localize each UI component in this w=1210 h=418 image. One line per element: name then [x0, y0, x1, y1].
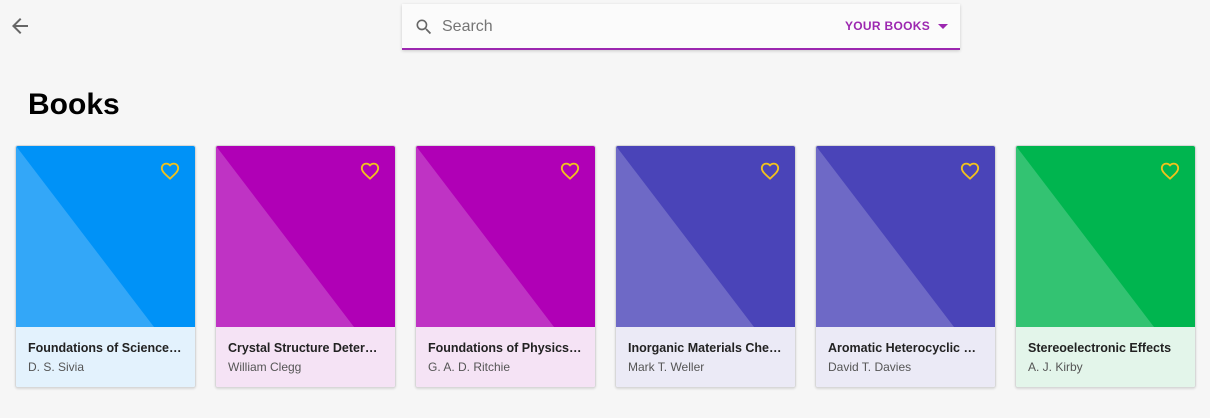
- book-title: Crystal Structure Determination: [228, 341, 383, 355]
- book-info: Crystal Structure Determination William …: [216, 327, 395, 387]
- book-title: Foundations of Science Mathematics: [28, 341, 183, 355]
- book-author: D. S. Sivia: [28, 360, 85, 374]
- book-title: Aromatic Heterocyclic Chemistry: [828, 341, 983, 355]
- search-icon: [416, 19, 432, 35]
- back-button[interactable]: [8, 14, 32, 38]
- book-card[interactable]: Crystal Structure Determination William …: [215, 145, 396, 388]
- search-input[interactable]: [442, 14, 842, 40]
- book-author: David T. Davies: [828, 360, 912, 374]
- book-card[interactable]: Stereoelectronic Effects A. J. Kirby: [1015, 145, 1196, 388]
- book-cover: [816, 146, 995, 327]
- book-cover: [616, 146, 795, 327]
- book-card[interactable]: Foundations of Science Mathematics D. S.…: [15, 145, 196, 388]
- book-card[interactable]: Inorganic Materials Chemistry Mark T. We…: [615, 145, 796, 388]
- favorite-heart-icon[interactable]: [759, 160, 781, 180]
- caret-down-icon: [938, 23, 948, 29]
- book-author: William Clegg: [228, 360, 302, 374]
- book-cover: [1016, 146, 1195, 327]
- book-author: Mark T. Weller: [628, 360, 705, 374]
- arrow-left-icon: [12, 18, 28, 34]
- book-title: Stereoelectronic Effects: [1028, 341, 1172, 355]
- favorite-heart-icon[interactable]: [159, 160, 181, 180]
- search-bar: YOUR BOOKS: [402, 4, 960, 50]
- book-author: G. A. D. Ritchie: [428, 360, 511, 374]
- book-title: Inorganic Materials Chemistry: [628, 341, 783, 355]
- book-cover: [16, 146, 195, 327]
- page-title: Books: [28, 88, 120, 121]
- book-info: Inorganic Materials Chemistry Mark T. We…: [616, 327, 795, 387]
- book-card[interactable]: Aromatic Heterocyclic Chemistry David T.…: [815, 145, 996, 388]
- book-card[interactable]: Foundations of Physics for Chemists G. A…: [415, 145, 596, 388]
- book-cover: [216, 146, 395, 327]
- book-cover: [416, 146, 595, 327]
- book-info: Foundations of Science Mathematics D. S.…: [16, 327, 195, 387]
- book-author: A. J. Kirby: [1028, 360, 1083, 374]
- favorite-heart-icon[interactable]: [359, 160, 381, 180]
- book-info: Foundations of Physics for Chemists G. A…: [416, 327, 595, 387]
- favorite-heart-icon[interactable]: [559, 160, 581, 180]
- favorite-heart-icon[interactable]: [959, 160, 981, 180]
- book-info: Stereoelectronic Effects A. J. Kirby: [1016, 327, 1195, 387]
- scope-dropdown-label: YOUR BOOKS: [844, 19, 930, 33]
- favorite-heart-icon[interactable]: [1159, 160, 1181, 180]
- book-info: Aromatic Heterocyclic Chemistry David T.…: [816, 327, 995, 387]
- scope-dropdown[interactable]: YOUR BOOKS: [845, 19, 948, 33]
- book-title: Foundations of Physics for Chemists: [428, 341, 583, 355]
